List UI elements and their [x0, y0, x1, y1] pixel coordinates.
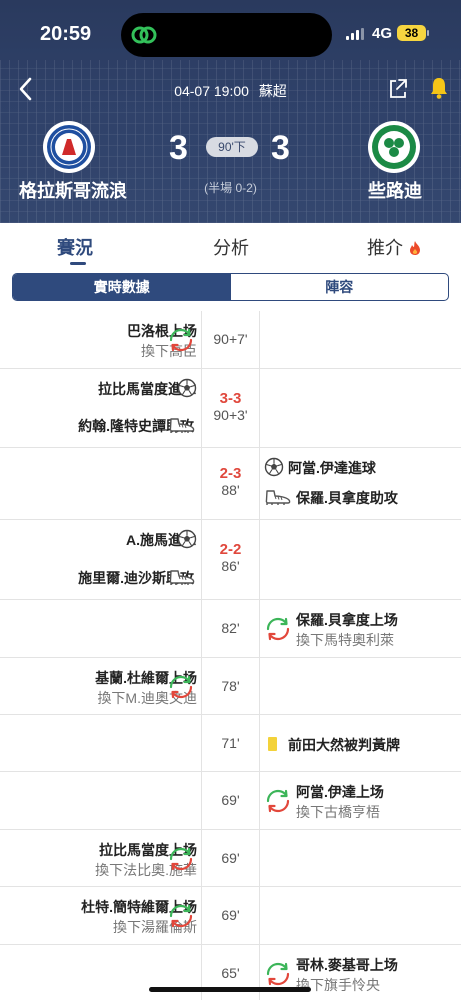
event-time-cell: 2-2 86' — [201, 541, 260, 574]
event-minute: 90+7' — [213, 331, 248, 347]
timeline-row[interactable]: 3-3 90+3' 拉比馬當度進球 約翰.隆特史譚助攻 — [0, 369, 461, 448]
event-time-cell: 2-3 88' — [201, 465, 260, 498]
fire-icon — [410, 241, 421, 255]
status-time: 20:59 — [40, 23, 92, 45]
goal-ball-icon — [177, 378, 197, 398]
timeline-row[interactable]: 2-3 88' 阿當.伊達進球保羅.貝拿度助攻 — [0, 448, 461, 520]
event-primary-text: 阿當.伊達上场 — [296, 784, 384, 800]
substitution-icon — [266, 962, 290, 986]
substitution-icon — [266, 789, 290, 813]
event-minute: 88' — [221, 482, 240, 498]
substitution-icon — [169, 328, 193, 352]
event-secondary-text: 換下旗手怜央 — [296, 977, 380, 993]
segment-live-data[interactable]: 實時數據 — [13, 274, 231, 300]
event-secondary-text: 換下古橋亨梧 — [296, 804, 380, 820]
assist-boot-icon — [169, 418, 195, 433]
event-minute: 82' — [221, 620, 240, 636]
tab-tips[interactable]: 推介 — [367, 234, 422, 260]
home-team-crest-icon[interactable] — [43, 121, 95, 173]
event-minute: 65' — [221, 965, 240, 981]
halftime-score: (半場 0-2) — [204, 181, 257, 195]
tab-live[interactable]: 賽況 — [57, 234, 93, 260]
timeline-row[interactable]: 71' 前田大然被判黃牌 — [0, 715, 461, 772]
event-score: 3-3 — [219, 389, 242, 407]
event-timeline[interactable]: 90+7' 巴洛根上场 換下高臣 3-3 90+3' 拉比馬當度進球 約翰.隆特史譚助攻 2-… — [0, 311, 461, 1000]
yellow-card-icon — [268, 736, 277, 751]
event-time-cell: 69' — [201, 907, 260, 923]
timeline-row[interactable]: 69' 阿當.伊達上场 換下古橋亨梧 — [0, 772, 461, 830]
event-time-cell: 65' — [201, 965, 260, 981]
timeline-row[interactable]: 78' 基蘭.杜維爾上场 換下M.迪奧文迪 — [0, 658, 461, 715]
assist-boot-icon — [265, 490, 291, 505]
assist-boot-icon — [169, 570, 195, 585]
event-time-cell: 82' — [201, 620, 260, 636]
event-minute: 90+3' — [213, 406, 248, 423]
match-datetime: 04-07 19:00 — [174, 83, 249, 99]
battery-tip — [427, 30, 429, 36]
away-score: 3 — [271, 129, 290, 167]
segmented-control: 實時數據 陣容 — [12, 273, 449, 301]
tab-analysis[interactable]: 分析 — [213, 234, 249, 260]
bell-icon[interactable] — [428, 75, 450, 101]
event-minute: 78' — [221, 677, 240, 694]
segment-lineup[interactable]: 陣容 — [231, 274, 449, 300]
event-time-cell: 3-3 90+3' — [201, 390, 260, 423]
timeline-row[interactable]: 90+7' 巴洛根上场 換下高臣 — [0, 311, 461, 369]
event-primary-text: 前田大然被判黃牌 — [288, 736, 400, 753]
dynamic-island — [121, 13, 332, 57]
substitution-icon — [169, 904, 193, 928]
signal-icon — [346, 28, 364, 40]
event-time-cell: 71' — [201, 735, 260, 751]
event-secondary-text: 換下馬特奧利萊 — [296, 632, 394, 648]
event-time-cell: 69' — [201, 792, 260, 808]
event-minute: 69' — [221, 849, 240, 866]
event-time-cell: 90+7' — [201, 331, 260, 347]
event-minute: 69' — [221, 907, 240, 923]
timeline-row[interactable]: 69' 杜特.簡特維爾上场 換下湯羅倫斯 — [0, 887, 461, 945]
event-secondary-text: 保羅.貝拿度助攻 — [296, 490, 398, 506]
share-icon[interactable] — [386, 76, 410, 102]
event-primary-text: 阿當.伊達進球 — [288, 460, 376, 476]
status-bar: 20:59 4G 38 — [0, 0, 461, 62]
tab-bar: 賽況 分析 推介 — [0, 223, 461, 267]
match-header: 20:59 4G 38 04-07 19:00 蘇超 格拉斯哥流浪 些路迪 3 … — [0, 0, 461, 223]
event-time-cell: 78' — [201, 678, 260, 694]
event-minute: 69' — [221, 792, 240, 808]
event-primary-text: 哥林.麥基哥上场 — [296, 957, 398, 973]
home-score: 3 — [169, 129, 188, 167]
goal-ball-icon — [264, 457, 284, 477]
tab-tips-label: 推介 — [367, 238, 403, 258]
battery-icon: 38 — [397, 25, 426, 41]
timeline-row[interactable]: 69' 拉比馬當度上场 換下法比奧.施華 — [0, 830, 461, 887]
home-indicator[interactable] — [149, 987, 311, 992]
match-minute: 90'下 — [206, 137, 258, 157]
match-nav: 04-07 19:00 蘇超 — [0, 72, 461, 106]
substitution-icon — [169, 675, 193, 698]
tab-active-indicator — [70, 262, 86, 265]
timeline-row[interactable]: 82' 保羅.貝拿度上场 換下馬特奧利萊 — [0, 600, 461, 658]
timeline-row[interactable]: 2-2 86' A.施馬進球 施里爾.迪沙斯助攻 — [0, 520, 461, 600]
event-score: 2-3 — [219, 465, 242, 482]
away-team-crest-icon[interactable] — [368, 121, 420, 173]
league-name: 蘇超 — [258, 83, 287, 99]
event-score: 2-2 — [219, 541, 242, 558]
network-type: 4G — [372, 25, 393, 42]
substitution-icon — [266, 617, 290, 641]
event-minute: 86' — [221, 558, 240, 574]
event-primary-text: 保羅.貝拿度上场 — [296, 612, 398, 628]
app-activity-icon — [131, 26, 157, 44]
goal-ball-icon — [177, 529, 197, 549]
event-minute: 71' — [221, 734, 240, 751]
event-time-cell: 69' — [201, 850, 260, 866]
substitution-icon — [169, 847, 193, 870]
